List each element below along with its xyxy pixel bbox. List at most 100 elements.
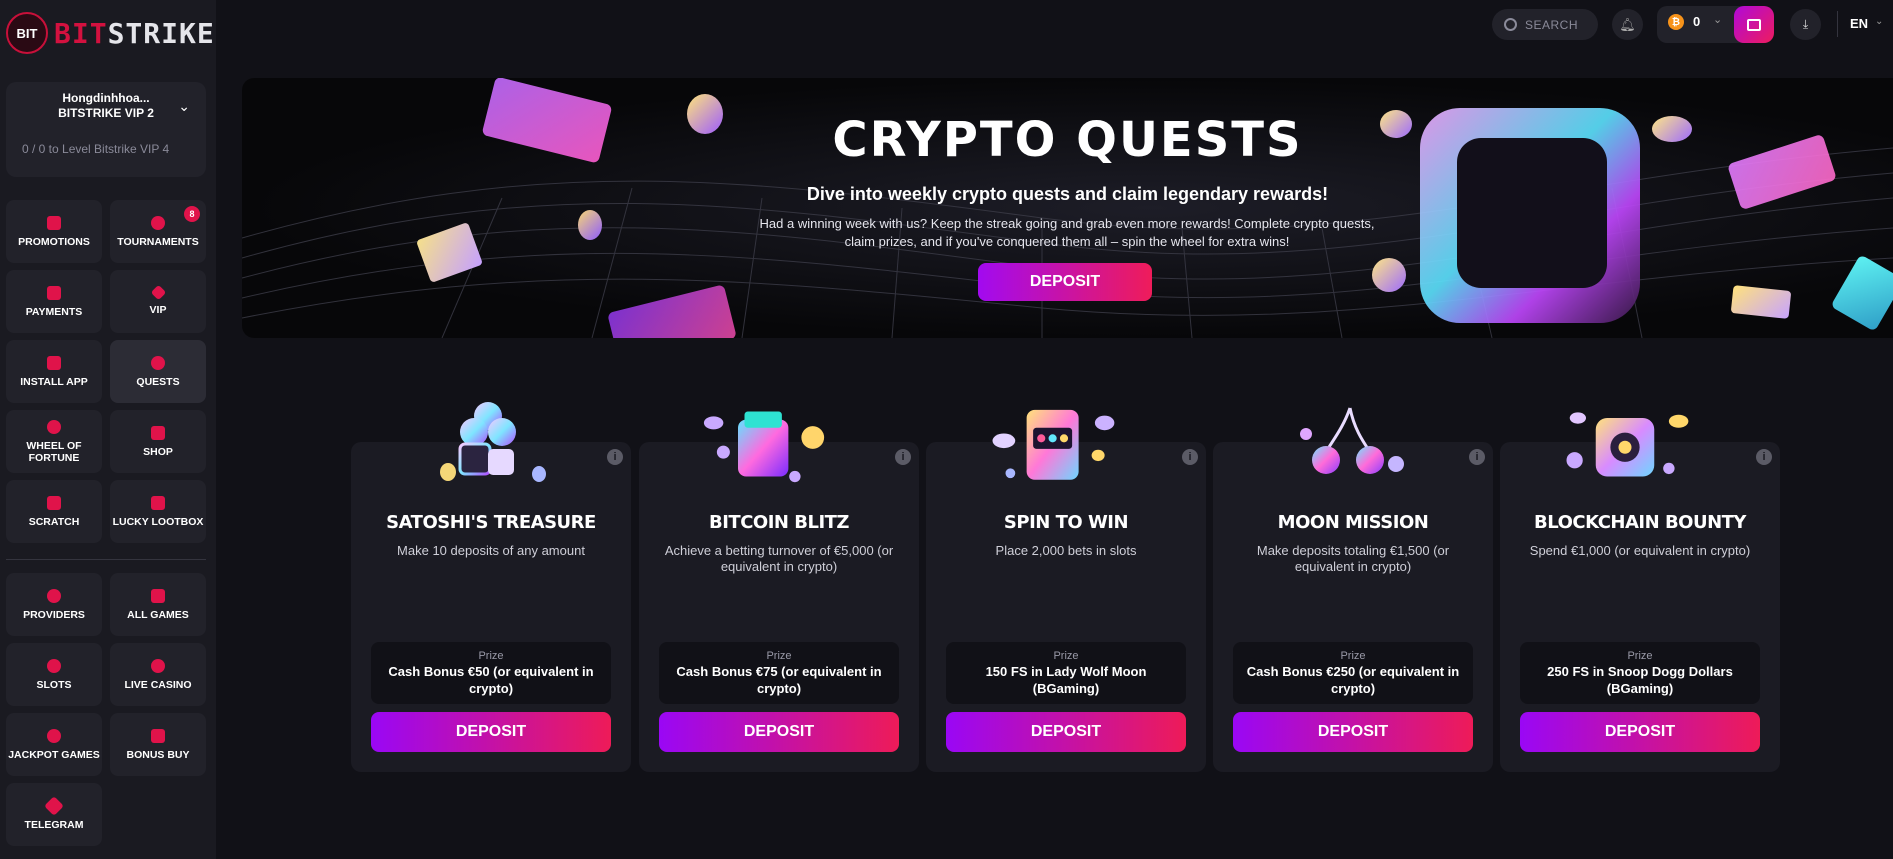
sidebar-item-label: QUESTS: [136, 375, 180, 388]
sidebar-item-live-casino[interactable]: LIVE CASINO: [110, 643, 206, 706]
wallet-button[interactable]: [1734, 6, 1774, 43]
logo-bit: BIT: [54, 16, 108, 50]
sidebar-item-jackpot-games[interactable]: JACKPOT GAMES: [6, 713, 102, 776]
search-button[interactable]: SEARCH: [1492, 9, 1598, 40]
download-app-button[interactable]: ⤓: [1790, 9, 1821, 40]
quest-title: MOON MISSION: [1277, 512, 1429, 533]
user-info: Hongdinhhoa... BITSTRIKE VIP 2: [6, 91, 206, 121]
sidebar-item-bonus-buy[interactable]: BONUS BUY: [110, 713, 206, 776]
sidebar-item-vip[interactable]: VIP: [110, 270, 206, 333]
providers-icon: [47, 588, 61, 603]
sidebar-item-label: TELEGRAM: [24, 818, 84, 831]
wallet-icon: [47, 285, 61, 300]
prize-box: Prize 150 FS in Lady Wolf Moon (BGaming): [946, 642, 1186, 704]
bell-icon: 🔔︎: [1619, 16, 1636, 32]
info-icon[interactable]: i: [895, 449, 911, 465]
logo-badge: BIT: [6, 12, 48, 54]
sidebar-item-providers[interactable]: PROVIDERS: [6, 573, 102, 636]
deposit-button[interactable]: DEPOSIT: [946, 712, 1186, 752]
hero-title: CRYPTO QUESTS: [832, 112, 1303, 168]
quest-card: i SATOSHI'S TREASURE Make 10 deposits of…: [351, 402, 631, 772]
sidebar-item-shop[interactable]: SHOP: [110, 410, 206, 473]
notifications-button[interactable]: 🔔︎: [1612, 9, 1643, 40]
wheel-icon: [47, 419, 61, 434]
sidebar-item-label: PAYMENTS: [25, 305, 83, 318]
sidebar-item-tournaments[interactable]: 8 TOURNAMENTS: [110, 200, 206, 263]
topbar-divider: [1837, 11, 1838, 37]
sidebar-item-lucky-lootbox[interactable]: LUCKY LOOTBOX: [110, 480, 206, 543]
sidebar: BIT BITSTRIKE Hongdinhhoa... BITSTRIKE V…: [0, 0, 216, 859]
prize-box: Prize Cash Bonus €50 (or equivalent in c…: [371, 642, 611, 704]
quest-card: i SPIN TO WIN Place 2,000 bets in slots …: [926, 409, 1206, 772]
prize-value: Cash Bonus €250 (or equivalent in crypto…: [1246, 664, 1460, 696]
sidebar-item-label: TOURNAMENTS: [117, 235, 199, 248]
quest-card: i BLOCKCHAIN BOUNTY Spend €1,000 (or equ…: [1500, 412, 1780, 772]
sidebar-item-wheel-of-fortune[interactable]: WHEEL OF FORTUNE: [6, 410, 102, 473]
prize-box: Prize Cash Bonus €75 (or equivalent in c…: [659, 642, 899, 704]
hero-description: Had a winning week with us? Keep the str…: [759, 216, 1375, 249]
sidebar-item-quests[interactable]: QUESTS: [110, 340, 206, 403]
sidebar-divider: [6, 559, 206, 560]
grid-icon: [151, 588, 165, 603]
sidebar-item-payments[interactable]: PAYMENTS: [6, 270, 102, 333]
chevron-down-icon: ⌄: [1713, 14, 1723, 26]
chevron-down-icon[interactable]: ⌄: [178, 98, 190, 115]
prize-label: Prize: [766, 650, 792, 662]
deposit-button[interactable]: DEPOSIT: [1233, 712, 1473, 752]
vip-progress: 0 / 0 to Level Bitstrike VIP 4: [22, 142, 170, 156]
topbar: SEARCH 🔔︎ ₿ 0 ⌄ ⤓ EN ⌄: [216, 0, 1893, 50]
sidebar-item-label: INSTALL APP: [20, 375, 88, 388]
sidebar-item-label: JACKPOT GAMES: [8, 748, 100, 761]
deposit-button[interactable]: DEPOSIT: [659, 712, 899, 752]
hero-subtitle: Dive into weekly crypto quests and claim…: [806, 184, 1329, 204]
info-icon[interactable]: i: [1756, 449, 1772, 465]
logo[interactable]: BIT BITSTRIKE: [6, 10, 215, 56]
tournaments-count-badge: 8: [184, 206, 200, 222]
quest-card: i MOON MISSION Make deposits totaling €1…: [1213, 407, 1493, 772]
diamond-icon: [150, 284, 166, 301]
sidebar-item-promotions[interactable]: PROMOTIONS: [6, 200, 102, 263]
safe-icon: [1566, 412, 1689, 477]
sidebar-item-label: BONUS BUY: [126, 748, 190, 761]
check-badge-icon: [151, 355, 165, 370]
deposit-button[interactable]: DEPOSIT: [371, 712, 611, 752]
search-label: SEARCH: [1525, 17, 1579, 32]
gift-icon: [47, 215, 61, 230]
banknote-graphic: [1730, 285, 1792, 319]
quest-title: BITCOIN BLITZ: [709, 512, 849, 533]
sidebar-item-label: WHEEL OF FORTUNE: [26, 439, 82, 464]
quest-description: Make deposits totaling €1,500 (or equiva…: [1256, 543, 1450, 574]
scratch-card-icon: [47, 495, 61, 510]
quest-description: Spend €1,000 (or equivalent in crypto): [1529, 543, 1751, 558]
info-icon[interactable]: i: [1182, 449, 1198, 465]
quest-description: Make 10 deposits of any amount: [397, 543, 585, 558]
prize-value: Cash Bonus €50 (or equivalent in crypto): [388, 664, 594, 696]
sidebar-item-label: SCRATCH: [28, 515, 80, 528]
slot-machine-icon: [992, 409, 1115, 480]
sidebar-item-label: PROVIDERS: [23, 608, 85, 621]
deposit-button[interactable]: DEPOSIT: [1520, 712, 1760, 752]
sidebar-item-label: LIVE CASINO: [124, 678, 192, 691]
info-icon[interactable]: i: [1469, 449, 1485, 465]
chevron-down-icon[interactable]: ⌄: [1875, 16, 1883, 27]
sidebar-item-label: LUCKY LOOTBOX: [112, 515, 204, 528]
spade-icon: [151, 658, 165, 673]
sidebar-item-scratch[interactable]: SCRATCH: [6, 480, 102, 543]
telegram-icon: [44, 795, 64, 816]
crown-icon: [151, 728, 165, 743]
quest-description: Achieve a betting turnover of €5,000 (or…: [664, 543, 894, 574]
cherries-icon: [1300, 407, 1404, 474]
prize-label: Prize: [478, 650, 504, 662]
info-icon[interactable]: i: [607, 449, 623, 465]
sidebar-menu: PROMOTIONS 8 TOURNAMENTS PAYMENTS VIP INS…: [6, 200, 206, 543]
user-card[interactable]: Hongdinhhoa... BITSTRIKE VIP 2 ⌄ 0 / 0 t…: [6, 82, 206, 177]
sidebar-item-all-games[interactable]: ALL GAMES: [110, 573, 206, 636]
sidebar-item-telegram[interactable]: TELEGRAM: [6, 783, 102, 846]
prize-box: Prize Cash Bonus €250 (or equivalent in …: [1233, 642, 1473, 704]
sidebar-item-install-app[interactable]: INSTALL APP: [6, 340, 102, 403]
sidebar-item-slots[interactable]: SLOTS: [6, 643, 102, 706]
hero-deposit-button[interactable]: DEPOSIT: [978, 263, 1152, 301]
trophy-icon: [151, 215, 165, 230]
cherries-icon: [47, 658, 61, 673]
language-selector[interactable]: EN: [1850, 16, 1868, 31]
